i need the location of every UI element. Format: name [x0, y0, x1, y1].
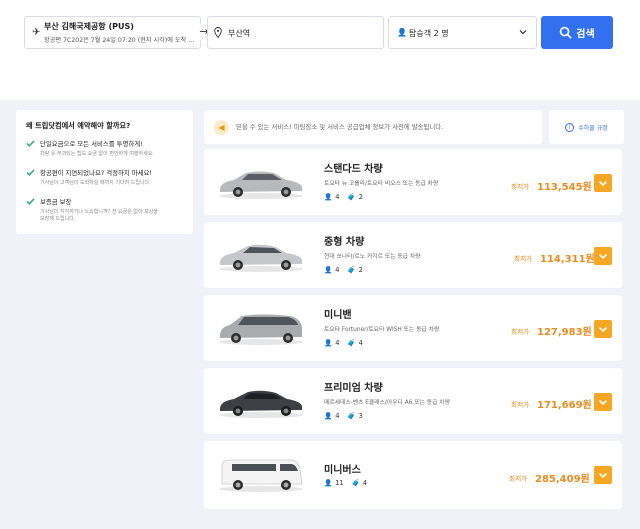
chevron-down-icon — [598, 399, 608, 406]
price-label: 최저가 — [509, 475, 528, 483]
luggage-icon: 🧳 — [347, 266, 356, 274]
vehicle-desc: 메르세데스-벤츠 E클래스/아우디 A6 또는 동급 차량 — [324, 400, 450, 406]
megaphone-icon: ◀ — [214, 120, 229, 135]
search-button-label: 검색 — [576, 29, 595, 40]
benefit-desc: 기사님이 지각하거나 노쇼합니까? 전 요금은 없이 보상을 — [40, 209, 158, 215]
person-icon: 👤 — [397, 28, 407, 37]
vehicle-name: 미니밴 — [324, 310, 352, 321]
price: 127,983원 — [537, 327, 592, 338]
search-bar: ✈ 부산 김해국제공항 (PUS) 항공편 7C202은 7월 24일 07:2… — [0, 0, 640, 100]
info-icon: i — [565, 122, 575, 132]
passenger-select[interactable]: 👤 탑승객 2 명 — [388, 16, 537, 49]
check-icon — [26, 169, 35, 176]
search-button[interactable]: 검색 — [541, 16, 613, 49]
passenger-count: 탑승객 2 명 — [409, 29, 449, 38]
sedan-car-image — [219, 244, 303, 272]
select-vehicle-button[interactable] — [594, 320, 612, 338]
vehicle-card[interactable]: 미니밴 토요타 Fortuner/토요타 WISH 또는 동급 차량 👤 4 🧳 4… — [204, 295, 622, 361]
vehicle-specs: 👤 4 🧳 2 — [324, 266, 363, 274]
check-icon — [26, 140, 35, 147]
vehicle-desc: 현대 쏘나타/르노 카지르 또는 동급 차량 — [324, 254, 421, 260]
vehicle-specs: 👤 4 🧳 2 — [324, 193, 363, 201]
premium-sedan-image — [219, 390, 303, 418]
price-label: 최저가 — [511, 183, 530, 191]
luggage-capacity: 4 — [358, 339, 363, 347]
luggage-icon: 🧳 — [347, 412, 356, 420]
vehicle-card[interactable]: 스탠다드 차량 토요타 뉴 코롤라/토요타 비오스 또는 동급 차량 👤 4 🧳 2… — [204, 149, 622, 215]
service-notice: ◀ 믿을 수 있는 서비스! 미팅장소 및 서비스 공급업체 정보가 사전에 발… — [204, 110, 542, 144]
price-label: 최저가 — [511, 401, 530, 409]
vehicle-desc: 토요타 Fortuner/토요타 WISH 또는 동급 차량 — [324, 327, 440, 333]
benefit-desc: 차량 유 부과되는 팁도 요금 없이 편안하게 여행하세요. — [40, 151, 154, 157]
passenger-capacity: 4 — [335, 266, 340, 274]
vehicle-specs: 👤 4 🧳 3 — [324, 412, 363, 420]
vehicle-card[interactable]: 중형 차량 현대 쏘나타/르노 카지르 또는 동급 차량 👤 4 🧳 2 최저가 1… — [204, 222, 622, 288]
price: 171,669원 — [537, 400, 592, 411]
why-book-panel: 왜 트립닷컴에서 예약해야 할까요? 단일요금으로 모든 서비스를 투명하게! … — [16, 110, 193, 234]
person-icon: 👤 — [324, 266, 333, 274]
vehicle-specs: 👤 4 🧳 4 — [324, 339, 363, 347]
price-label: 최저가 — [511, 328, 530, 336]
vehicle-name: 프리미엄 차량 — [324, 383, 383, 394]
select-vehicle-button[interactable] — [594, 466, 612, 484]
why-book-title: 왜 트립닷컴에서 예약해야 할까요? — [26, 121, 131, 130]
price: 113,545원 — [537, 182, 592, 193]
baggage-policy-link[interactable]: i 수하물 규정 — [549, 110, 624, 144]
luggage-icon: 🧳 — [351, 479, 360, 487]
minibus-image — [219, 459, 303, 492]
vehicle-card[interactable]: 프리미엄 차량 메르세데스-벤츠 E클래스/아우디 A6 또는 동급 차량 👤 4… — [204, 368, 622, 434]
person-icon: 👤 — [324, 412, 333, 420]
flight-info: 항공편 7C202은 7월 24일 07:20 (현지 시각)에 도착 예정 — [44, 37, 196, 44]
chevron-down-icon — [519, 30, 527, 35]
vehicle-name: 미니버스 — [324, 465, 361, 476]
dropoff-location: 부산역 — [228, 29, 251, 38]
select-vehicle-button[interactable] — [594, 247, 612, 265]
passenger-capacity: 4 — [335, 193, 340, 201]
vehicle-desc: 토요타 뉴 코롤라/토요타 비오스 또는 동급 차량 — [324, 181, 439, 187]
chevron-down-icon — [598, 326, 608, 333]
luggage-capacity: 4 — [362, 479, 368, 487]
vehicle-name: 스탠다드 차량 — [324, 164, 383, 175]
vehicle-name: 중형 차량 — [324, 237, 365, 248]
location-pin-icon — [214, 27, 222, 38]
baggage-policy-label: 수하물 규정 — [578, 124, 608, 132]
price-label: 최저가 — [514, 255, 533, 263]
luggage-icon: 🧳 — [347, 193, 356, 201]
luggage-icon: 🧳 — [347, 339, 356, 347]
chevron-down-icon — [598, 180, 608, 187]
vehicle-card[interactable]: 미니버스 👤 11 🧳 4 최저가 285,409원 — [204, 441, 622, 509]
person-icon: 👤 — [324, 479, 333, 487]
chevron-down-icon — [598, 253, 608, 260]
benefit-title: 항공편이 지연되었나요? 걱정하지 마세요! — [40, 169, 152, 177]
passenger-capacity: 4 — [335, 412, 340, 420]
benefit-title: 단일요금으로 모든 서비스를 투명하게! — [40, 140, 143, 148]
check-icon — [26, 198, 35, 205]
passenger-capacity: 4 — [335, 339, 340, 347]
chevron-down-icon — [598, 472, 608, 479]
luggage-capacity: 2 — [358, 266, 363, 274]
pickup-airport: 부산 김해국제공항 (PUS) — [44, 22, 134, 31]
luggage-capacity: 3 — [358, 412, 363, 420]
notice-text: 믿을 수 있는 서비스! 미팅장소 및 서비스 공급업체 정보가 사전에 발송됩… — [236, 123, 444, 131]
dropoff-field[interactable]: 부산역 — [207, 16, 384, 49]
sedan-car-image — [219, 171, 303, 199]
plane-icon: ✈ — [32, 27, 41, 38]
select-vehicle-button[interactable] — [594, 393, 612, 411]
pickup-field[interactable]: ✈ 부산 김해국제공항 (PUS) 항공편 7C202은 7월 24일 07:2… — [24, 16, 201, 49]
minivan-image — [219, 314, 303, 345]
benefit-desc: 보장해 드립니다. — [40, 216, 76, 222]
luggage-capacity: 2 — [358, 193, 363, 201]
passenger-capacity: 11 — [335, 479, 344, 487]
vehicle-specs: 👤 11 🧳 4 — [324, 479, 367, 487]
price: 114,311원 — [540, 254, 595, 265]
select-vehicle-button[interactable] — [594, 174, 612, 192]
person-icon: 👤 — [324, 193, 333, 201]
benefit-title: 보증금 보장 — [40, 198, 72, 206]
person-icon: 👤 — [324, 339, 333, 347]
benefit-desc: 기사님이 고객님이 도착하실 때까지 기다려 드립니다. — [40, 180, 151, 186]
price: 285,409원 — [535, 474, 590, 485]
search-icon — [560, 26, 572, 39]
